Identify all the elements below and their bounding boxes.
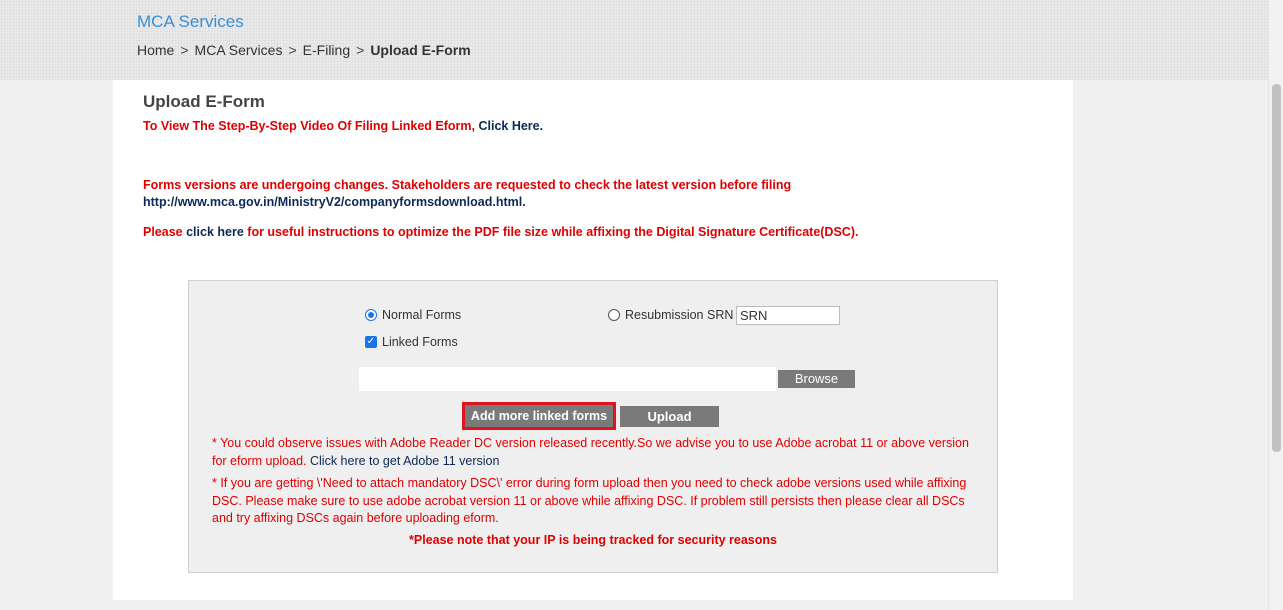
adobe-version-note: * You could observe issues with Adobe Re…	[212, 435, 972, 470]
pdf-instructions-link[interactable]: click here	[186, 225, 244, 239]
scrollbar-thumb[interactable]	[1272, 84, 1281, 452]
section-title: MCA Services	[137, 12, 244, 31]
versions-url-link[interactable]: http://www.mca.gov.in/MinistryV2/company…	[143, 195, 526, 209]
video-line: To View The Step-By-Step Video Of Filing…	[143, 119, 543, 133]
page-title: Upload E-Form	[143, 92, 265, 111]
breadcrumb-separator: >	[288, 42, 297, 58]
versions-url-line: http://www.mca.gov.in/MinistryV2/company…	[143, 195, 526, 209]
pdf-suffix: for useful instructions to optimize the …	[247, 225, 859, 239]
normal-forms-radio[interactable]	[365, 309, 377, 321]
upload-button[interactable]: Upload	[620, 406, 719, 427]
resubmission-radio[interactable]	[608, 309, 620, 321]
main-content: Upload E-Form To View The Step-By-Step V…	[113, 80, 1073, 600]
vertical-scrollbar[interactable]	[1268, 0, 1283, 610]
versions-notice: Forms versions are undergoing changes. S…	[143, 178, 792, 192]
file-path-input[interactable]	[359, 367, 776, 391]
video-text: To View The Step-By-Step Video Of Filing…	[143, 119, 475, 133]
browse-button[interactable]: Browse	[778, 370, 855, 388]
linked-forms-label: Linked Forms	[382, 335, 458, 349]
srn-input[interactable]	[736, 306, 840, 325]
pdf-instructions-line: Please click here for useful instruction…	[143, 225, 858, 239]
ip-tracking-note: *Please note that your IP is being track…	[409, 533, 777, 547]
adobe-download-link[interactable]: Click here to get Adobe 11 version	[310, 454, 499, 468]
pdf-prefix: Please	[143, 225, 183, 239]
linked-forms-checkbox-check-icon[interactable]: ✓	[365, 336, 377, 348]
breadcrumb-home[interactable]: Home	[137, 42, 174, 58]
normal-forms-label: Normal Forms	[382, 308, 462, 322]
video-link[interactable]: Click Here.	[478, 119, 543, 133]
breadcrumb-e-filing[interactable]: E-Filing	[303, 42, 350, 58]
dsc-error-note: * If you are getting \'Need to attach ma…	[212, 476, 967, 525]
breadcrumb: Home > MCA Services > E-Filing > Upload E-Form	[137, 42, 471, 58]
linked-forms-option[interactable]: ✓ Linked Forms	[365, 335, 458, 349]
breadcrumb-separator: >	[356, 42, 365, 58]
breadcrumb-separator: >	[180, 42, 189, 58]
breadcrumb-mca-services[interactable]: MCA Services	[195, 42, 283, 58]
resubmission-label: Resubmission SRN	[625, 308, 734, 322]
add-more-linked-forms-button[interactable]: Add more linked forms	[462, 402, 616, 430]
breadcrumb-current: Upload E-Form	[370, 42, 471, 58]
resubmission-option[interactable]: Resubmission SRN	[608, 308, 733, 322]
normal-forms-option[interactable]: Normal Forms	[365, 308, 461, 322]
upload-form-panel: Normal Forms Resubmission SRN ✓ Linked F…	[188, 280, 998, 573]
header-band: MCA Services Home > MCA Services > E-Filing >…	[0, 0, 1268, 80]
